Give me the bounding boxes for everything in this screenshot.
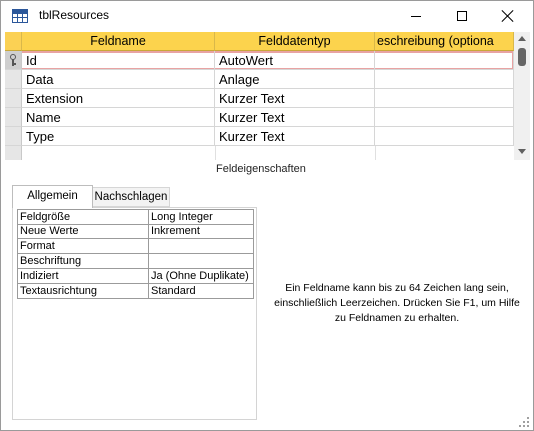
table-design-window: tblResources Feldname Felddatentyp eschr…: [0, 0, 534, 431]
window-title: tblResources: [39, 8, 110, 22]
property-label: Textausrichtung: [17, 284, 149, 299]
title-bar[interactable]: tblResources: [1, 1, 533, 31]
table-row[interactable]: Type Kurzer Text: [5, 127, 514, 146]
property-row[interactable]: Format: [17, 239, 254, 254]
column-header-description[interactable]: eschreibung (optiona: [375, 32, 514, 51]
table-icon: [12, 9, 28, 23]
description-cell[interactable]: [375, 89, 514, 108]
column-header-data-type[interactable]: Felddatentyp: [215, 32, 375, 51]
field-properties-label: Feldeigenschaften: [216, 163, 306, 175]
minimize-button[interactable]: [393, 1, 439, 31]
description-cell[interactable]: [375, 108, 514, 127]
property-value[interactable]: Ja (Ohne Duplikate): [148, 269, 254, 284]
data-type-cell[interactable]: Kurzer Text: [215, 89, 375, 108]
primary-key-icon: [9, 54, 17, 67]
description-cell[interactable]: [375, 127, 514, 146]
grid-header: Feldname Felddatentyp eschreibung (optio…: [5, 32, 514, 51]
row-selector[interactable]: [5, 108, 22, 127]
property-row[interactable]: Beschriftung: [17, 254, 254, 269]
description-cell[interactable]: [375, 70, 514, 89]
table-row[interactable]: Data Anlage: [5, 70, 514, 89]
property-value[interactable]: [148, 254, 254, 269]
field-name-cell[interactable]: Type: [22, 127, 215, 146]
tab-lookup[interactable]: Nachschlagen: [93, 187, 170, 207]
field-name-cell[interactable]: Data: [22, 70, 215, 89]
scrollbar-thumb[interactable]: [518, 48, 526, 66]
close-icon: [502, 10, 514, 22]
table-row[interactable]: Extension Kurzer Text: [5, 89, 514, 108]
field-design-grid: Feldname Felddatentyp eschreibung (optio…: [5, 32, 530, 160]
tab-general[interactable]: Allgemein: [12, 185, 93, 208]
property-label: Format: [17, 239, 149, 254]
property-value[interactable]: Long Integer: [148, 209, 254, 225]
scroll-down-icon[interactable]: [518, 149, 526, 154]
description-cell[interactable]: [375, 51, 514, 70]
field-name-cell[interactable]: Name: [22, 108, 215, 127]
property-label: Feldgröße: [17, 209, 149, 225]
new-row-area[interactable]: [5, 146, 514, 160]
field-properties-panel: Feldgröße Long Integer Neue Werte Inkrem…: [12, 207, 257, 420]
data-type-cell[interactable]: Anlage: [215, 70, 375, 89]
data-type-cell[interactable]: Kurzer Text: [215, 127, 375, 146]
resize-grip-icon[interactable]: [519, 417, 531, 429]
data-type-cell[interactable]: AutoWert: [215, 51, 375, 70]
property-value[interactable]: [148, 239, 254, 254]
data-type-cell[interactable]: Kurzer Text: [215, 108, 375, 127]
column-header-field-name[interactable]: Feldname: [22, 32, 215, 51]
property-row[interactable]: Indiziert Ja (Ohne Duplikate): [17, 269, 254, 284]
maximize-button[interactable]: [439, 1, 485, 31]
header-corner[interactable]: [5, 32, 22, 51]
table-row[interactable]: Id AutoWert: [5, 51, 514, 70]
scroll-up-icon[interactable]: [518, 36, 526, 41]
property-label: Neue Werte: [17, 224, 149, 239]
property-value[interactable]: Inkrement: [148, 224, 254, 239]
vertical-scrollbar[interactable]: [514, 32, 530, 160]
property-label: Beschriftung: [17, 254, 149, 269]
row-selector[interactable]: [5, 146, 22, 160]
table-row[interactable]: Name Kurzer Text: [5, 108, 514, 127]
column-divider: [375, 146, 376, 160]
property-row[interactable]: Feldgröße Long Integer: [17, 209, 254, 225]
row-selector[interactable]: [5, 51, 22, 70]
close-button[interactable]: [485, 1, 531, 31]
property-value[interactable]: Standard: [148, 284, 254, 299]
properties-table: Feldgröße Long Integer Neue Werte Inkrem…: [17, 209, 254, 299]
help-text: Ein Feldname kann bis zu 64 Zeichen lang…: [274, 282, 520, 324]
property-row[interactable]: Textausrichtung Standard: [17, 284, 254, 299]
field-name-cell[interactable]: Id: [22, 51, 215, 70]
row-selector[interactable]: [5, 127, 22, 146]
row-selector[interactable]: [5, 89, 22, 108]
minimize-icon: [411, 15, 421, 17]
column-divider: [215, 146, 216, 160]
property-row[interactable]: Neue Werte Inkrement: [17, 224, 254, 239]
property-label: Indiziert: [17, 269, 149, 284]
maximize-icon: [457, 11, 467, 21]
field-name-cell[interactable]: Extension: [22, 89, 215, 108]
row-selector[interactable]: [5, 70, 22, 89]
